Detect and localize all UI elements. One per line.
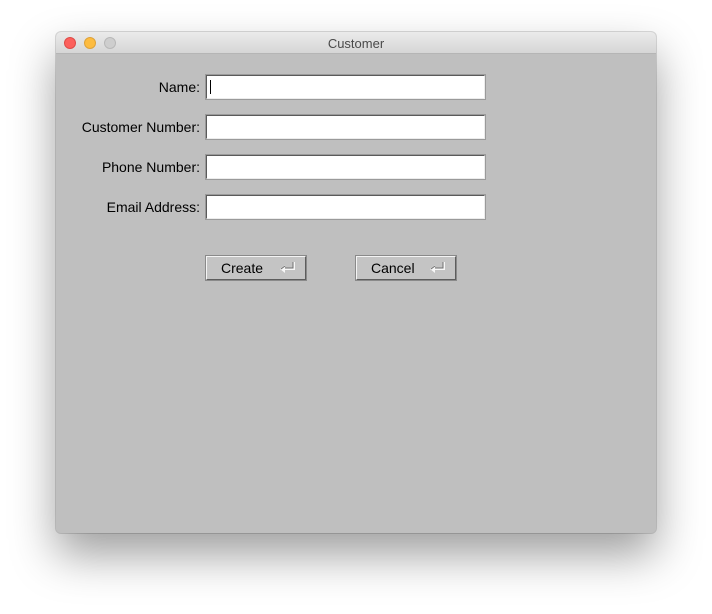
cancel-button[interactable]: Cancel xyxy=(355,255,457,281)
cancel-button-label: Cancel xyxy=(371,260,415,276)
customer-number-field[interactable] xyxy=(205,114,486,140)
window-titlebar[interactable]: Customer xyxy=(56,32,656,54)
window-title: Customer xyxy=(327,36,385,51)
phone-number-label: Phone Number: xyxy=(101,159,200,175)
name-field[interactable] xyxy=(205,74,486,100)
create-button[interactable]: Create xyxy=(205,255,307,281)
email-address-label: Email Address: xyxy=(106,199,200,215)
email-address-field[interactable] xyxy=(205,194,486,220)
customer-number-label: Customer Number: xyxy=(81,119,200,135)
customer-form: Name: Customer Number: Phone Number: Ema… xyxy=(56,54,656,533)
return-key-icon xyxy=(280,262,295,273)
text-cursor xyxy=(210,80,211,94)
name-label: Name: xyxy=(158,79,200,95)
create-button-label: Create xyxy=(221,260,264,276)
return-key-icon xyxy=(430,262,445,273)
customer-window: Customer Name: Customer Number: Phone Nu… xyxy=(56,32,656,533)
phone-number-field[interactable] xyxy=(205,154,486,180)
